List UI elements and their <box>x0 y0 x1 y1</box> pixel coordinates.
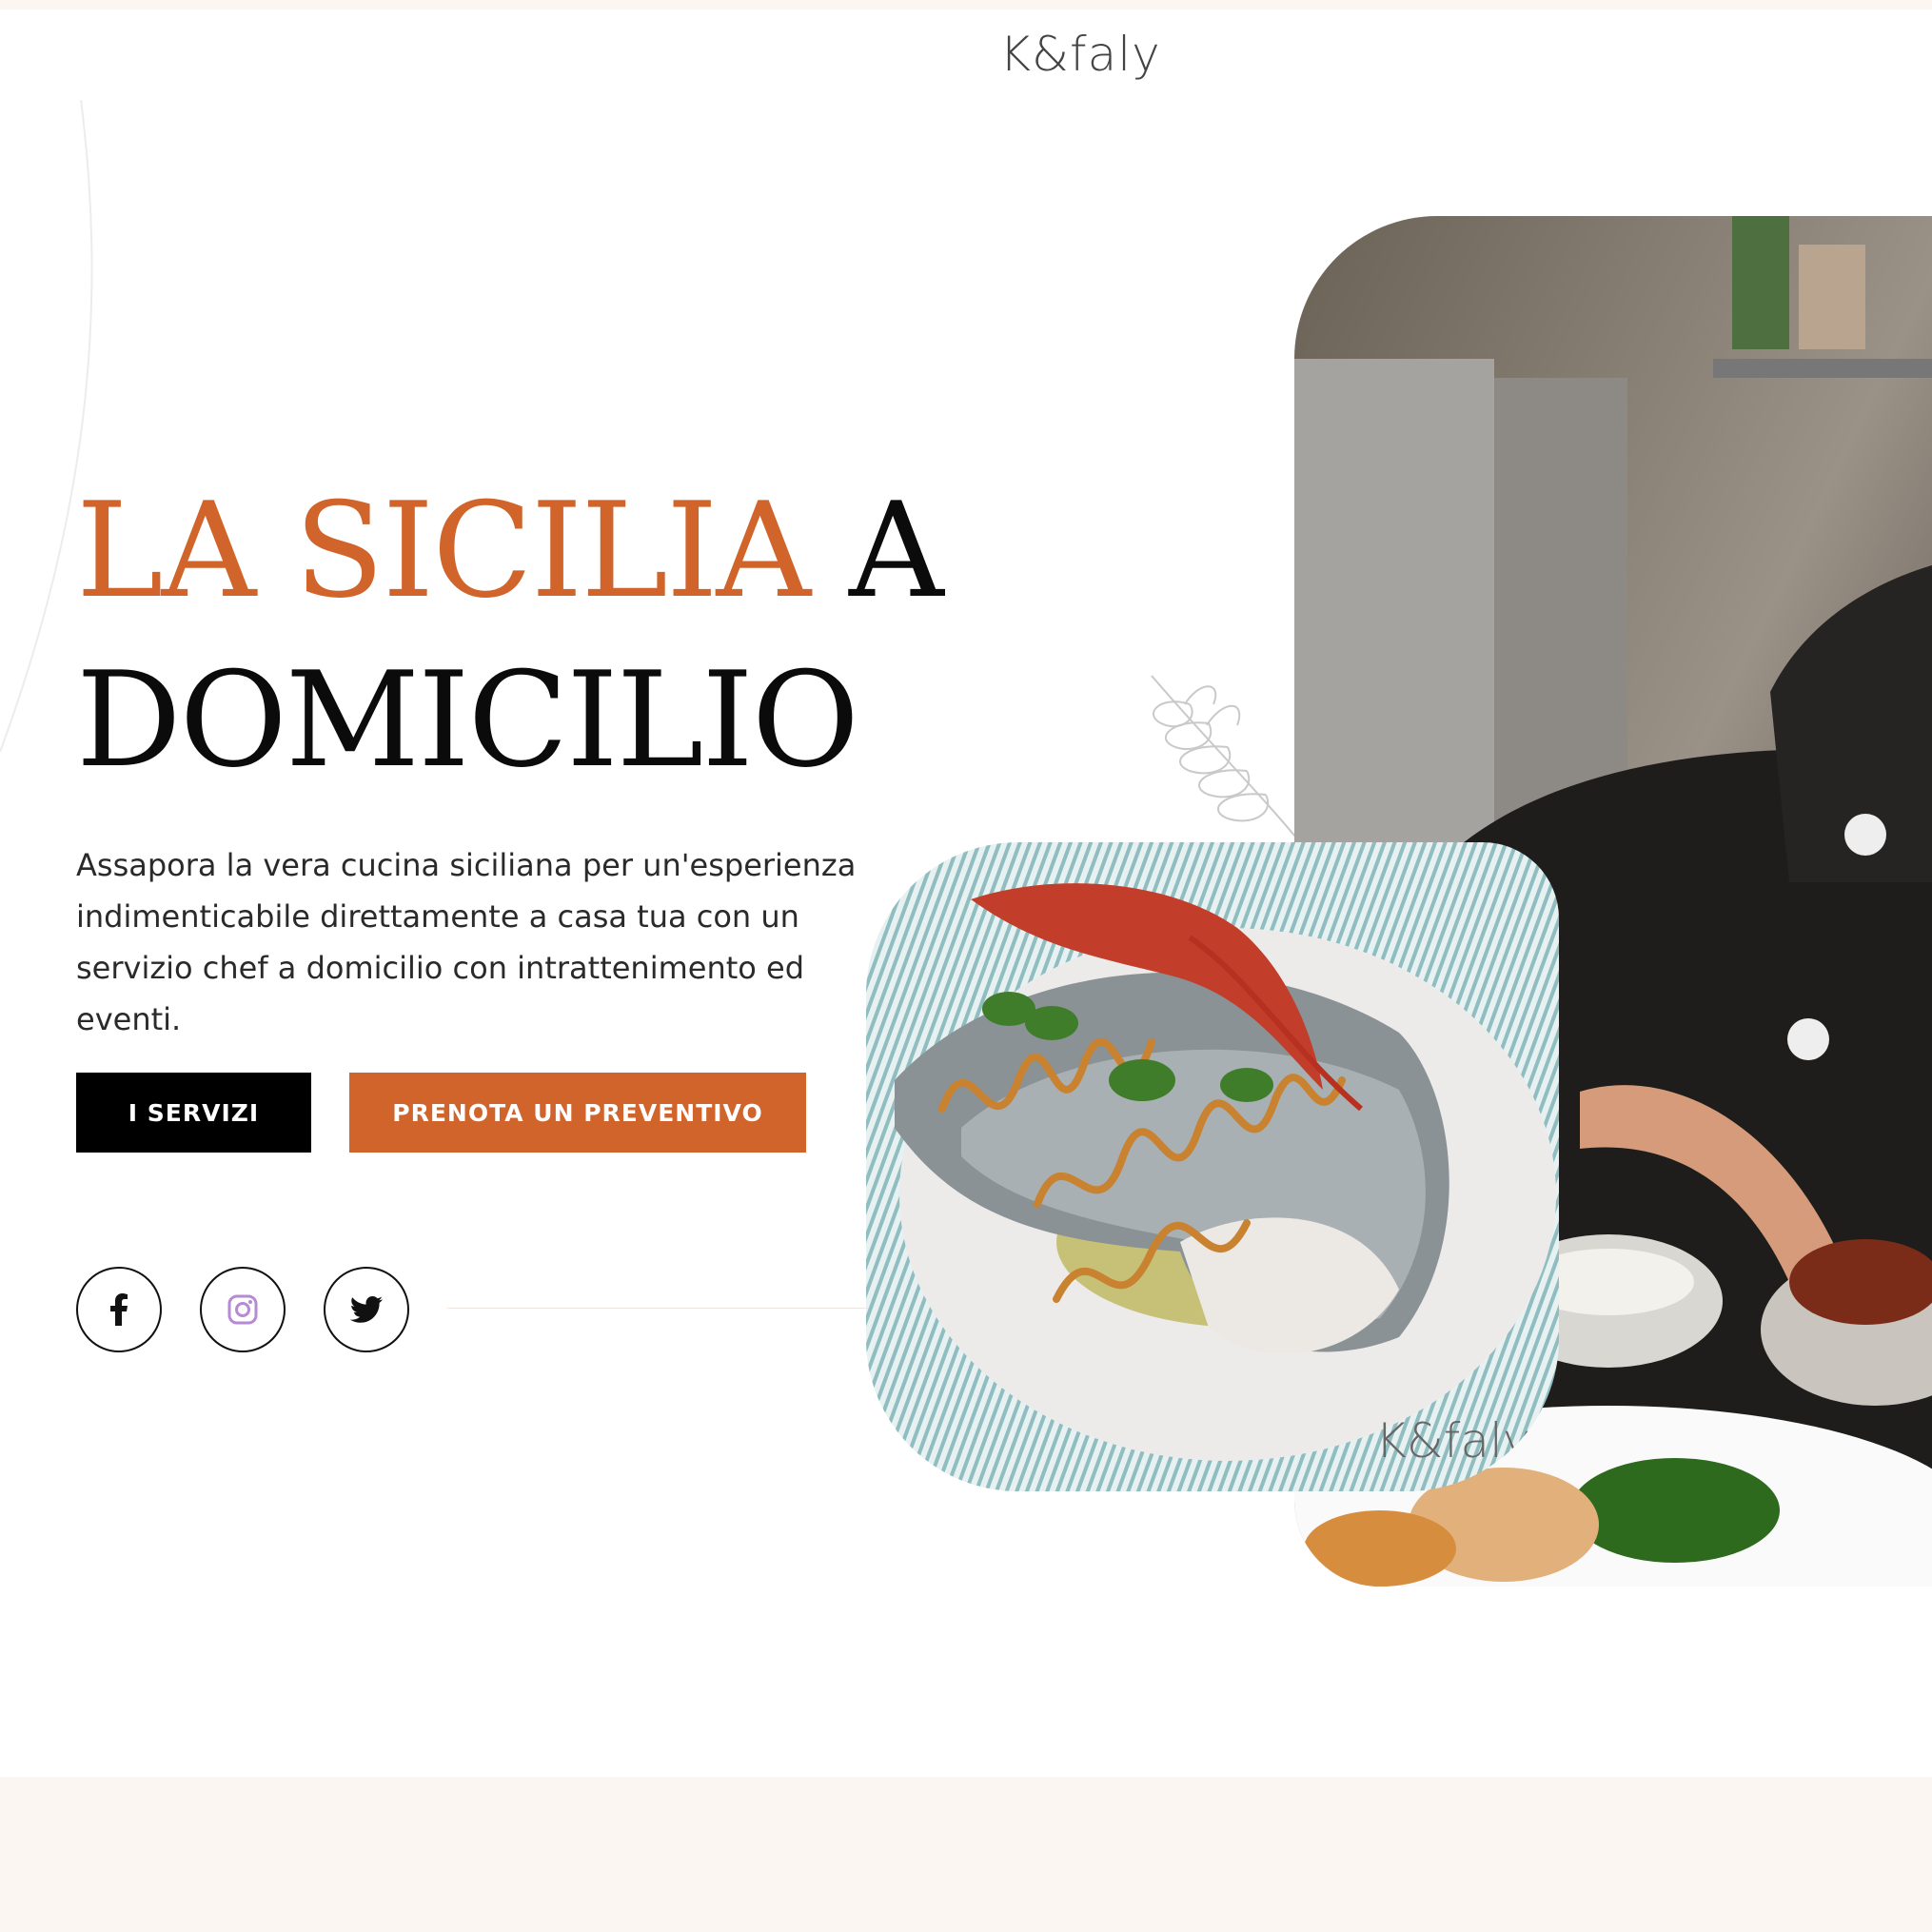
next-section-band <box>0 1777 1932 1932</box>
quote-button-label: PRENOTA UN PREVENTIVO <box>392 1098 763 1127</box>
plate-photo-image <box>866 842 1559 1491</box>
social-divider <box>447 1308 866 1309</box>
hero-description: Assapora la vera cucina siciliana per un… <box>76 847 857 1037</box>
instagram-icon <box>227 1294 258 1325</box>
quote-button[interactable]: PRENOTA UN PREVENTIVO <box>349 1073 806 1153</box>
hero-title-line2: DOMICILIO <box>76 643 859 797</box>
logo-text[interactable]: K&faly <box>999 27 1161 82</box>
instagram-link[interactable] <box>200 1267 286 1352</box>
hero-title-accent: LA SICILIA <box>76 474 811 627</box>
services-button-label: I SERVIZI <box>128 1098 260 1127</box>
plate-photo: K&faly <box>866 842 1559 1491</box>
plant-illustration <box>1151 675 1305 848</box>
logo[interactable]: K&faly <box>0 27 1932 82</box>
twitter-icon <box>350 1296 383 1323</box>
top-strip <box>0 0 1932 10</box>
facebook-link[interactable] <box>76 1267 162 1352</box>
plate-watermark: K&faly <box>1375 1413 1531 1469</box>
twitter-link[interactable] <box>324 1267 409 1352</box>
hero-title-rest: A <box>809 474 944 627</box>
hero-title: LA SICILIA A DOMICILIO <box>76 466 944 805</box>
services-button[interactable]: I SERVIZI <box>76 1073 311 1153</box>
facebook-icon <box>110 1293 128 1326</box>
